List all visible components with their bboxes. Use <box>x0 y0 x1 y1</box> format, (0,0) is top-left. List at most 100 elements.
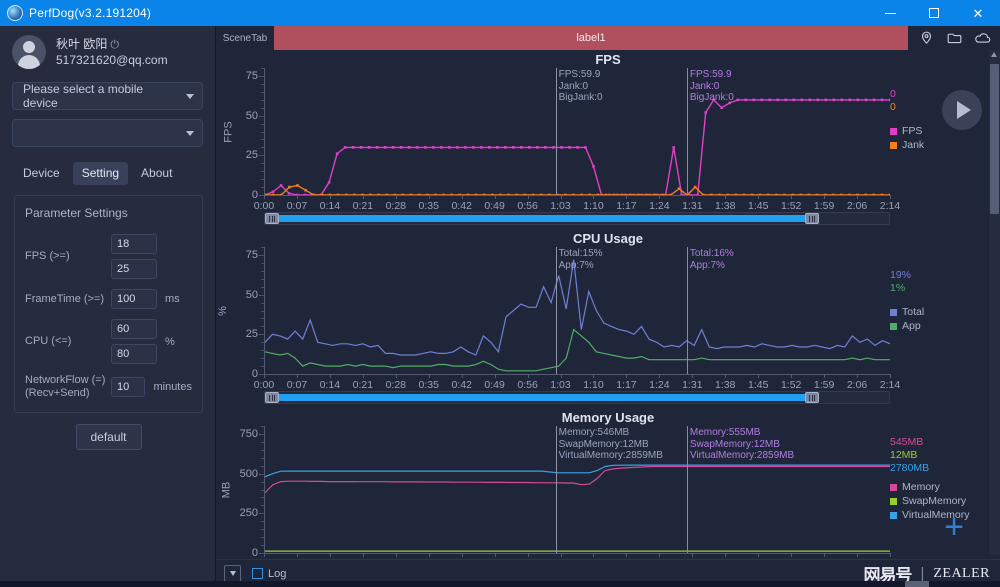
cloud-icon[interactable] <box>974 30 991 47</box>
log-checkbox[interactable] <box>252 568 263 579</box>
power-icon[interactable]: ⏻ <box>110 39 119 51</box>
minimize-button[interactable] <box>868 0 912 26</box>
add-chart-button[interactable]: + <box>944 510 964 544</box>
window-horizontal-scrollbar[interactable] <box>0 581 1000 587</box>
cursor-line-right[interactable] <box>686 68 688 195</box>
avatar[interactable] <box>12 35 46 69</box>
x-tick-mark <box>725 195 727 199</box>
cursor-readout-line: SwapMemory:12MB <box>689 438 780 450</box>
maximize-icon <box>929 8 939 18</box>
fps-min-input[interactable]: 18 <box>111 234 157 254</box>
x-tick-mark <box>758 195 760 199</box>
scrollbar-thumb[interactable] <box>990 64 999 214</box>
y-axis-fps: FPS 0 25 50 75 <box>216 68 264 201</box>
setting-row-cpu: CPU (<=) 60 80 % <box>25 319 192 364</box>
legend-item[interactable]: Memory <box>890 480 994 494</box>
legend: FPS Jank <box>890 124 994 152</box>
networkflow-input[interactable]: 10 <box>111 377 146 397</box>
range-handle-right[interactable] <box>805 392 819 403</box>
x-tick-label: 0:35 <box>418 379 439 391</box>
cursor-readout-line: Memory:555MB <box>689 427 761 438</box>
x-tick-mark <box>890 195 891 199</box>
plot-area-memory[interactable]: Memory:546MB SwapMemory:12MB VirtualMemory… <box>264 426 890 553</box>
series-point <box>736 98 740 102</box>
time-range-scrollbar[interactable] <box>264 391 890 404</box>
vertical-scrollbar[interactable] <box>989 50 1000 555</box>
cursor-line-left[interactable] <box>555 68 557 195</box>
tab-device[interactable]: Device <box>14 162 69 185</box>
legend-item[interactable]: SwapMemory <box>890 494 994 508</box>
tab-setting[interactable]: Setting <box>72 162 129 185</box>
frametime-input[interactable]: 100 <box>111 289 157 309</box>
x-tick-label: 1:59 <box>813 379 835 391</box>
secondary-select[interactable] <box>12 119 203 147</box>
x-tick-mark <box>791 553 793 557</box>
legend-item[interactable]: Total <box>890 305 994 319</box>
x-axis-line <box>264 195 890 196</box>
x-tick-label: 0:28 <box>385 379 406 391</box>
legend: Total App <box>890 305 994 333</box>
range-handle-left[interactable] <box>265 392 279 403</box>
folder-icon[interactable] <box>946 30 963 47</box>
legend-item[interactable]: App <box>890 319 994 333</box>
y-axis-label-memory: MB <box>220 481 233 498</box>
legend-item[interactable]: Jank <box>890 138 994 152</box>
x-tick-label: 1:10 <box>583 200 604 212</box>
fps-max-input[interactable]: 25 <box>111 259 157 279</box>
cursor-line-right[interactable] <box>686 426 688 553</box>
x-tick-mark <box>461 195 463 199</box>
location-pin-icon[interactable] <box>918 30 935 47</box>
x-tick-mark <box>296 374 298 378</box>
x-tick-mark <box>428 553 430 557</box>
x-tick-mark <box>626 374 628 378</box>
play-button[interactable] <box>942 90 982 130</box>
legend-item[interactable]: VirtualMemory <box>890 508 994 522</box>
maximize-button[interactable] <box>912 0 956 26</box>
x-tick-label: 1:45 <box>747 379 769 391</box>
y-tick-label: 75 <box>245 248 258 261</box>
x-tick-label: 1:31 <box>682 379 703 391</box>
scene-label-bar[interactable]: label1 <box>274 26 908 50</box>
chart-title-cpu: CPU Usage <box>572 231 644 246</box>
plot-area-cpu[interactable]: Total:15% App:7% Total:16% App:7% <box>264 247 890 374</box>
setting-row-frametime: FrameTime (>=) 100 ms <box>25 289 192 309</box>
setting-label-frametime: FrameTime (>=) <box>25 292 105 305</box>
tab-about[interactable]: About <box>132 162 181 185</box>
dropdown-button[interactable] <box>224 565 241 582</box>
scroll-up-icon[interactable] <box>991 52 997 57</box>
series-point <box>480 146 483 149</box>
x-tick-label: 1:24 <box>649 200 670 212</box>
close-button[interactable]: ✕ <box>956 0 1000 26</box>
series-point <box>864 98 868 102</box>
legend-label: FPS <box>902 125 923 137</box>
x-tick-mark <box>362 195 364 199</box>
series-point <box>488 146 491 149</box>
range-handle-left[interactable] <box>265 213 279 224</box>
x-tick-mark <box>296 195 298 199</box>
chevron-down-icon <box>186 131 194 136</box>
x-tick-mark <box>494 374 496 378</box>
series-point <box>304 188 307 192</box>
x-tick-mark <box>659 374 661 378</box>
legend-swatch <box>890 141 897 149</box>
x-axis-line <box>264 374 890 375</box>
legend-item[interactable]: FPS <box>890 124 994 138</box>
time-range-scrollbar[interactable] <box>264 212 890 225</box>
cursor-readout-line: Jank:0 <box>558 80 589 92</box>
window-scrollbar-thumb[interactable] <box>905 581 929 587</box>
play-icon <box>957 101 971 119</box>
plot-area-fps[interactable]: FPS:59.9 Jank:0 BigJank:0 FPS:59.9 Jank:0 Big… <box>264 68 890 195</box>
x-tick-label: 1:59 <box>813 200 835 212</box>
range-handle-right[interactable] <box>805 213 819 224</box>
cpu-max-input[interactable]: 80 <box>111 344 157 364</box>
cpu-min-input[interactable]: 60 <box>111 319 157 339</box>
cursor-line-left[interactable] <box>555 426 557 553</box>
cursor-line-left[interactable] <box>555 247 557 374</box>
cursor-line-right[interactable] <box>686 247 688 374</box>
default-button[interactable]: default <box>75 424 142 450</box>
x-tick-mark <box>890 553 891 557</box>
series-point <box>584 146 587 149</box>
x-tick-label: 1:17 <box>616 200 637 212</box>
scene-tab-button[interactable]: SceneTab <box>216 26 274 50</box>
device-select[interactable]: Please select a mobile device <box>12 82 203 110</box>
